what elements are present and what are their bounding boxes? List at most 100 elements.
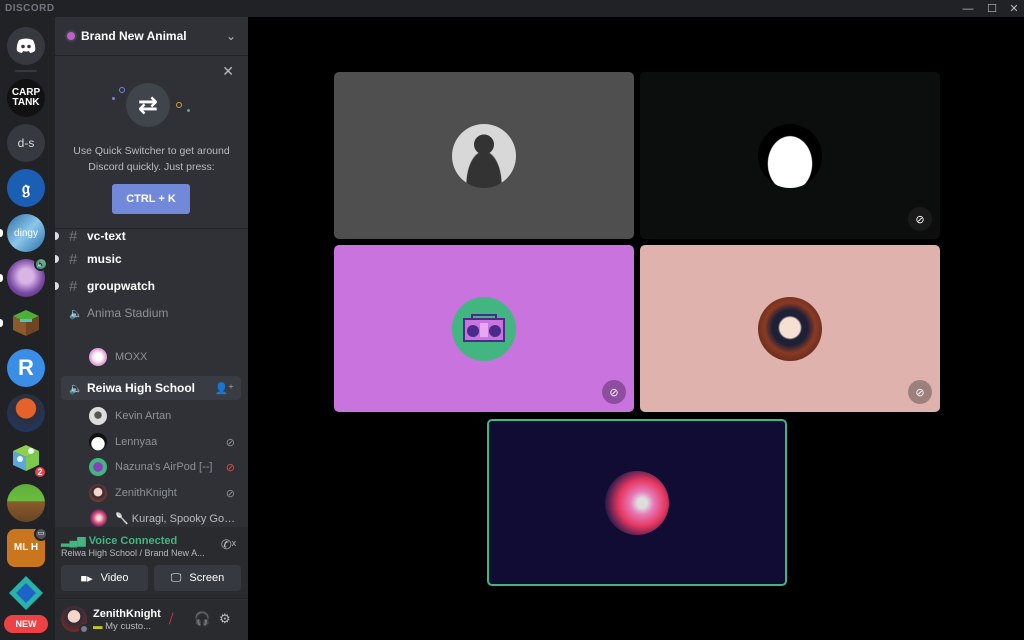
screen-icon: 🖵 — [170, 571, 182, 584]
quick-switcher-shortcut-button[interactable]: CTRL + K — [112, 184, 190, 214]
maximize-button[interactable]: ☐ — [980, 0, 1004, 17]
member-name: 🥄 Kuragi, Spooky God o... — [115, 512, 239, 525]
member-name: ZenithKnight — [115, 487, 177, 499]
muted-mic-icon: ⊘ — [908, 380, 932, 404]
title-bar: DISCORD — ☐ ✕ — [0, 0, 1024, 17]
unread-indicator — [55, 282, 59, 290]
voice-location[interactable]: Reiwa High School / Brand New A... — [61, 548, 205, 558]
member-name: Lennyaa — [115, 436, 158, 448]
guild-13[interactable] — [7, 574, 45, 612]
voice-member[interactable]: Kevin Artan — [89, 405, 239, 427]
muted-mic-icon: ⊘ — [908, 207, 932, 231]
disconnect-icon[interactable]: ✆ˣ — [221, 537, 236, 553]
custom-status-text: My custo... — [105, 621, 152, 632]
guild-11[interactable] — [7, 484, 45, 522]
voice-status-label: Voice Connected — [88, 535, 178, 547]
gear-icon[interactable]: ⚙ — [219, 611, 231, 627]
voice-member[interactable]: Lennyaa ⊘ — [89, 431, 239, 453]
avatar — [89, 509, 107, 527]
voice-member[interactable]: Nazuna's AirPod [--] ⊘ — [89, 456, 239, 478]
member-name: MOXX — [115, 351, 148, 363]
screen-share-icon: ▭ — [34, 527, 48, 541]
member-name: Kevin Artan — [115, 410, 172, 422]
mute-mic-icon[interactable]: ⧸ — [169, 611, 173, 627]
text-channel-icon: # — [69, 250, 78, 268]
guild-dingy[interactable]: dingy — [7, 214, 45, 252]
guild-label: CARP TANK — [11, 87, 41, 108]
video-button[interactable]: ■▸ Video — [61, 565, 148, 591]
boombox-icon — [463, 313, 505, 342]
participant-tile-lennyaa[interactable]: ⊘ — [640, 72, 940, 239]
guild-label: dingy — [14, 227, 38, 239]
guild-glyph-icon: 𝔤 — [21, 177, 30, 198]
swap-arrows-icon: ⇄ — [126, 83, 170, 127]
server-boost-icon — [67, 32, 75, 40]
sparkle-icon — [119, 87, 125, 93]
participant-avatar — [452, 296, 516, 361]
user-panel: ZenithKnight ▬ My custo... ⧸ 🎧 ⚙ — [55, 600, 248, 640]
voice-channel-anima-stadium[interactable]: 🔈 Anima Stadium — [61, 301, 241, 325]
minimize-button[interactable]: — — [956, 0, 980, 17]
member-name: Nazuna's AirPod [--] — [115, 461, 213, 473]
tip-line-1: Use Quick Switcher to get around — [73, 145, 230, 157]
channel-name: Reiwa High School — [87, 381, 196, 395]
server-header[interactable]: Brand New Animal ⌄ — [55, 17, 248, 56]
sparkle-icon — [176, 102, 182, 108]
text-channel-icon: # — [69, 230, 78, 245]
headphones-icon[interactable]: 🎧 — [194, 611, 210, 627]
deafened-icon: ⊘ — [225, 487, 235, 500]
guild-4[interactable]: 𝔤 — [7, 169, 45, 207]
invite-user-icon[interactable]: 👤⁺ — [214, 382, 234, 395]
channel-groupwatch[interactable]: # groupwatch — [55, 274, 241, 298]
participant-tile-zenithknight[interactable]: ⊘ — [640, 245, 940, 412]
username[interactable]: ZenithKnight — [93, 608, 161, 620]
guild-9[interactable] — [7, 394, 45, 432]
guild-7[interactable] — [7, 304, 45, 342]
guild-d-s[interactable]: d-s — [7, 124, 45, 162]
channel-sidebar: Brand New Animal ⌄ ✕ ⇄ Use Quick Switche… — [55, 17, 248, 640]
quick-switcher-text: Use Quick Switcher to get around Discord… — [55, 143, 248, 175]
unread-indicator — [0, 229, 3, 237]
server-muted-icon: ⊘ — [602, 380, 626, 404]
channel-vc-text[interactable]: # vc-text — [55, 230, 241, 248]
avatar — [89, 458, 107, 476]
unread-indicator — [55, 232, 59, 240]
custom-status: ▬ My custo... — [93, 621, 151, 632]
voice-member[interactable]: MOXX — [89, 346, 239, 368]
new-unreads-pill[interactable]: NEW — [4, 615, 48, 633]
server-deafened-icon: ⊘ — [225, 461, 235, 474]
voice-member[interactable]: 🥄 Kuragi, Spooky God o... — [89, 507, 239, 527]
app-brand: DISCORD — [5, 3, 55, 14]
guild-r[interactable]: R — [7, 349, 45, 387]
screen-share-button[interactable]: 🖵 Screen — [154, 565, 241, 591]
text-channel-icon: # — [69, 277, 78, 295]
voice-member[interactable]: ZenithKnight ⊘ — [89, 482, 239, 504]
close-tip-button[interactable]: ✕ — [222, 63, 234, 80]
unread-indicator — [0, 274, 3, 282]
channel-name: music — [87, 252, 122, 266]
participant-tile-kevin-artan[interactable] — [334, 72, 634, 239]
voice-status: ▂▄▆ Voice Connected — [61, 534, 177, 547]
participant-avatar — [605, 470, 669, 535]
quick-switcher-tip: ✕ ⇄ Use Quick Switcher to get around Dis… — [55, 57, 248, 229]
speaker-icon: 🔈 — [69, 307, 83, 320]
avatar — [89, 484, 107, 502]
participant-tile-kuragi[interactable] — [487, 419, 787, 586]
voice-channel-reiwa-high-school[interactable]: 🔈 Reiwa High School 👤⁺ — [61, 376, 241, 400]
close-window-button[interactable]: ✕ — [1002, 0, 1024, 17]
speaker-icon: 🔊 — [34, 257, 48, 271]
signal-icon: ▂▄▆ — [61, 535, 86, 547]
diamond-icon — [9, 576, 43, 610]
unread-indicator — [0, 319, 3, 327]
guild-10[interactable]: 2 — [7, 439, 47, 479]
sparkle-icon — [112, 97, 115, 100]
guild-separator — [15, 70, 37, 72]
chevron-down-icon[interactable]: ⌄ — [226, 29, 236, 43]
channel-music[interactable]: # music — [55, 247, 241, 271]
guild-mlh[interactable]: ML H ▭ — [7, 527, 48, 567]
home-button[interactable] — [7, 27, 45, 65]
participant-avatar — [452, 123, 516, 188]
guild-6[interactable]: 🔊 — [7, 257, 48, 297]
participant-tile-nazunas-airpod[interactable]: ⊘ — [334, 245, 634, 412]
guild-carp-tank[interactable]: CARP TANK — [7, 79, 45, 117]
